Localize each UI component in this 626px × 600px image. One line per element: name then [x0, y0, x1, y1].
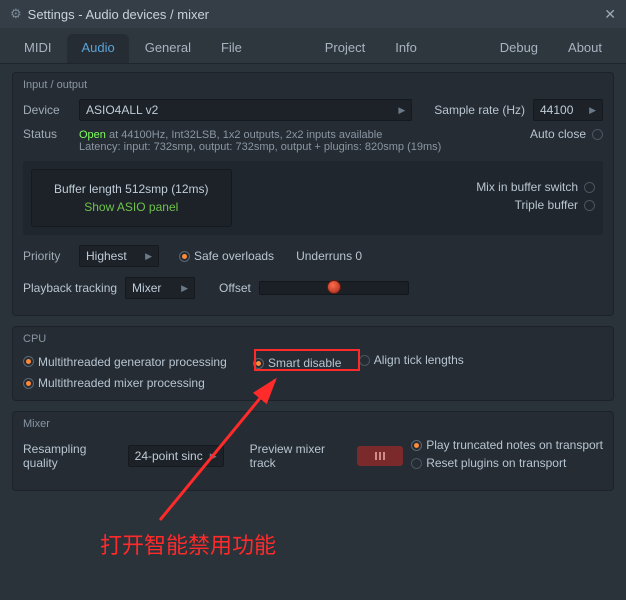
smart-disable-label: Smart disable: [268, 356, 341, 370]
play-truncated-option[interactable]: Play truncated notes on transport: [411, 438, 603, 452]
align-ticks-label: Align tick lengths: [374, 353, 464, 367]
mix-in-buffer-label: Mix in buffer switch: [476, 180, 578, 194]
safe-overloads-option[interactable]: Safe overloads: [179, 249, 274, 263]
mt-mix-option[interactable]: Multithreaded mixer processing: [23, 376, 205, 390]
align-ticks-radio[interactable]: [359, 355, 370, 366]
chevron-right-icon: ▶: [145, 251, 152, 262]
settings-icon: ⚙: [10, 6, 22, 22]
tab-general[interactable]: General: [131, 34, 205, 63]
tab-about[interactable]: About: [554, 34, 616, 63]
annotation-text: 打开智能禁用功能: [100, 528, 276, 560]
tab-midi[interactable]: MIDI: [10, 34, 65, 63]
priority-select[interactable]: Highest ▶: [79, 245, 159, 267]
preview-mixer-button[interactable]: [357, 446, 403, 466]
safe-overloads-radio[interactable]: [179, 251, 190, 262]
auto-close-radio[interactable]: [592, 129, 603, 140]
chevron-right-icon: ▶: [398, 105, 405, 116]
reset-plugins-radio[interactable]: [411, 458, 422, 469]
auto-close-option[interactable]: Auto close: [530, 127, 603, 141]
close-icon[interactable]: ✕: [604, 6, 616, 23]
group-cpu: CPU Multithreaded generator processing M…: [12, 326, 614, 401]
playback-value: Mixer: [132, 281, 161, 295]
mt-mix-label: Multithreaded mixer processing: [38, 376, 205, 390]
device-label: Device: [23, 103, 71, 117]
resampling-label: Resampling quality: [23, 442, 120, 470]
playback-tracking-label: Playback tracking: [23, 281, 117, 295]
status-detail1: at 44100Hz, Int32LSB, 1x2 outputs, 2x2 i…: [106, 129, 382, 141]
priority-label: Priority: [23, 249, 71, 263]
tab-spacer: [258, 34, 309, 63]
align-ticks-option[interactable]: Align tick lengths: [359, 353, 464, 367]
tab-info[interactable]: Info: [381, 34, 431, 63]
buffer-length: Buffer length 512smp (12ms): [54, 182, 209, 196]
preview-bars-icon: [375, 452, 385, 460]
tab-debug[interactable]: Debug: [486, 34, 552, 63]
status-line1: Open at 44100Hz, Int32LSB, 1x2 outputs, …: [79, 127, 522, 141]
status-label: Status: [23, 127, 71, 141]
play-truncated-radio[interactable]: [411, 440, 422, 451]
mt-gen-option[interactable]: Multithreaded generator processing: [23, 355, 227, 369]
mix-in-buffer-radio[interactable]: [584, 182, 595, 193]
reset-plugins-label: Reset plugins on transport: [426, 456, 566, 470]
panel: Input / output Device ASIO4ALL v2 ▶ Samp…: [0, 64, 626, 509]
device-value: ASIO4ALL v2: [86, 103, 158, 117]
smart-disable-radio[interactable]: [253, 358, 264, 369]
priority-value: Highest: [86, 249, 127, 263]
window-title: Settings - Audio devices / mixer: [28, 7, 209, 22]
mt-gen-radio[interactable]: [23, 356, 34, 367]
reset-plugins-option[interactable]: Reset plugins on transport: [411, 456, 603, 470]
triple-buffer-label: Triple buffer: [515, 198, 578, 212]
offset-label: Offset: [219, 281, 251, 295]
sample-rate-label: Sample rate (Hz): [434, 103, 525, 117]
group-title-io: Input / output: [13, 73, 613, 93]
mix-in-buffer-option[interactable]: Mix in buffer switch: [476, 180, 595, 194]
mt-gen-label: Multithreaded generator processing: [38, 355, 227, 369]
buffer-box: Buffer length 512smp (12ms) Show ASIO pa…: [31, 169, 232, 227]
tab-project[interactable]: Project: [311, 34, 379, 63]
sample-rate-value: 44100: [540, 103, 573, 117]
playback-select[interactable]: Mixer ▶: [125, 277, 195, 299]
status-open: Open: [79, 129, 106, 141]
safe-overloads-label: Safe overloads: [194, 249, 274, 263]
chevron-right-icon: ▶: [210, 451, 217, 462]
smart-disable-option[interactable]: Smart disable: [253, 356, 341, 370]
triple-buffer-option[interactable]: Triple buffer: [476, 198, 595, 212]
group-mixer: Mixer Resampling quality 24-point sinc ▶…: [12, 411, 614, 491]
tab-spacer-2: [433, 34, 484, 63]
play-truncated-label: Play truncated notes on transport: [426, 438, 603, 452]
status-line2: Latency: input: 732smp, output: 732smp, …: [79, 141, 522, 153]
preview-label: Preview mixer track: [250, 442, 350, 470]
chevron-right-icon: ▶: [589, 105, 596, 116]
show-asio-panel[interactable]: Show ASIO panel: [54, 200, 209, 214]
group-io: Input / output Device ASIO4ALL v2 ▶ Samp…: [12, 72, 614, 316]
offset-knob[interactable]: [327, 280, 341, 294]
resampling-value: 24-point sinc: [135, 449, 203, 463]
triple-buffer-radio[interactable]: [584, 200, 595, 211]
tab-file[interactable]: File: [207, 34, 256, 63]
group-title-cpu: CPU: [13, 327, 613, 347]
sample-rate-select[interactable]: 44100 ▶: [533, 99, 603, 121]
resampling-select[interactable]: 24-point sinc ▶: [128, 445, 224, 467]
underruns-label: Underruns 0: [296, 249, 362, 263]
offset-slider[interactable]: [259, 281, 409, 295]
tab-audio[interactable]: Audio: [67, 34, 128, 63]
group-title-mixer: Mixer: [13, 412, 613, 432]
titlebar: ⚙ Settings - Audio devices / mixer ✕: [0, 0, 626, 28]
auto-close-label: Auto close: [530, 127, 586, 141]
tabs-bar: MIDI Audio General File Project Info Deb…: [0, 28, 626, 64]
chevron-right-icon: ▶: [181, 283, 188, 294]
mt-mix-radio[interactable]: [23, 378, 34, 389]
device-select[interactable]: ASIO4ALL v2 ▶: [79, 99, 412, 121]
